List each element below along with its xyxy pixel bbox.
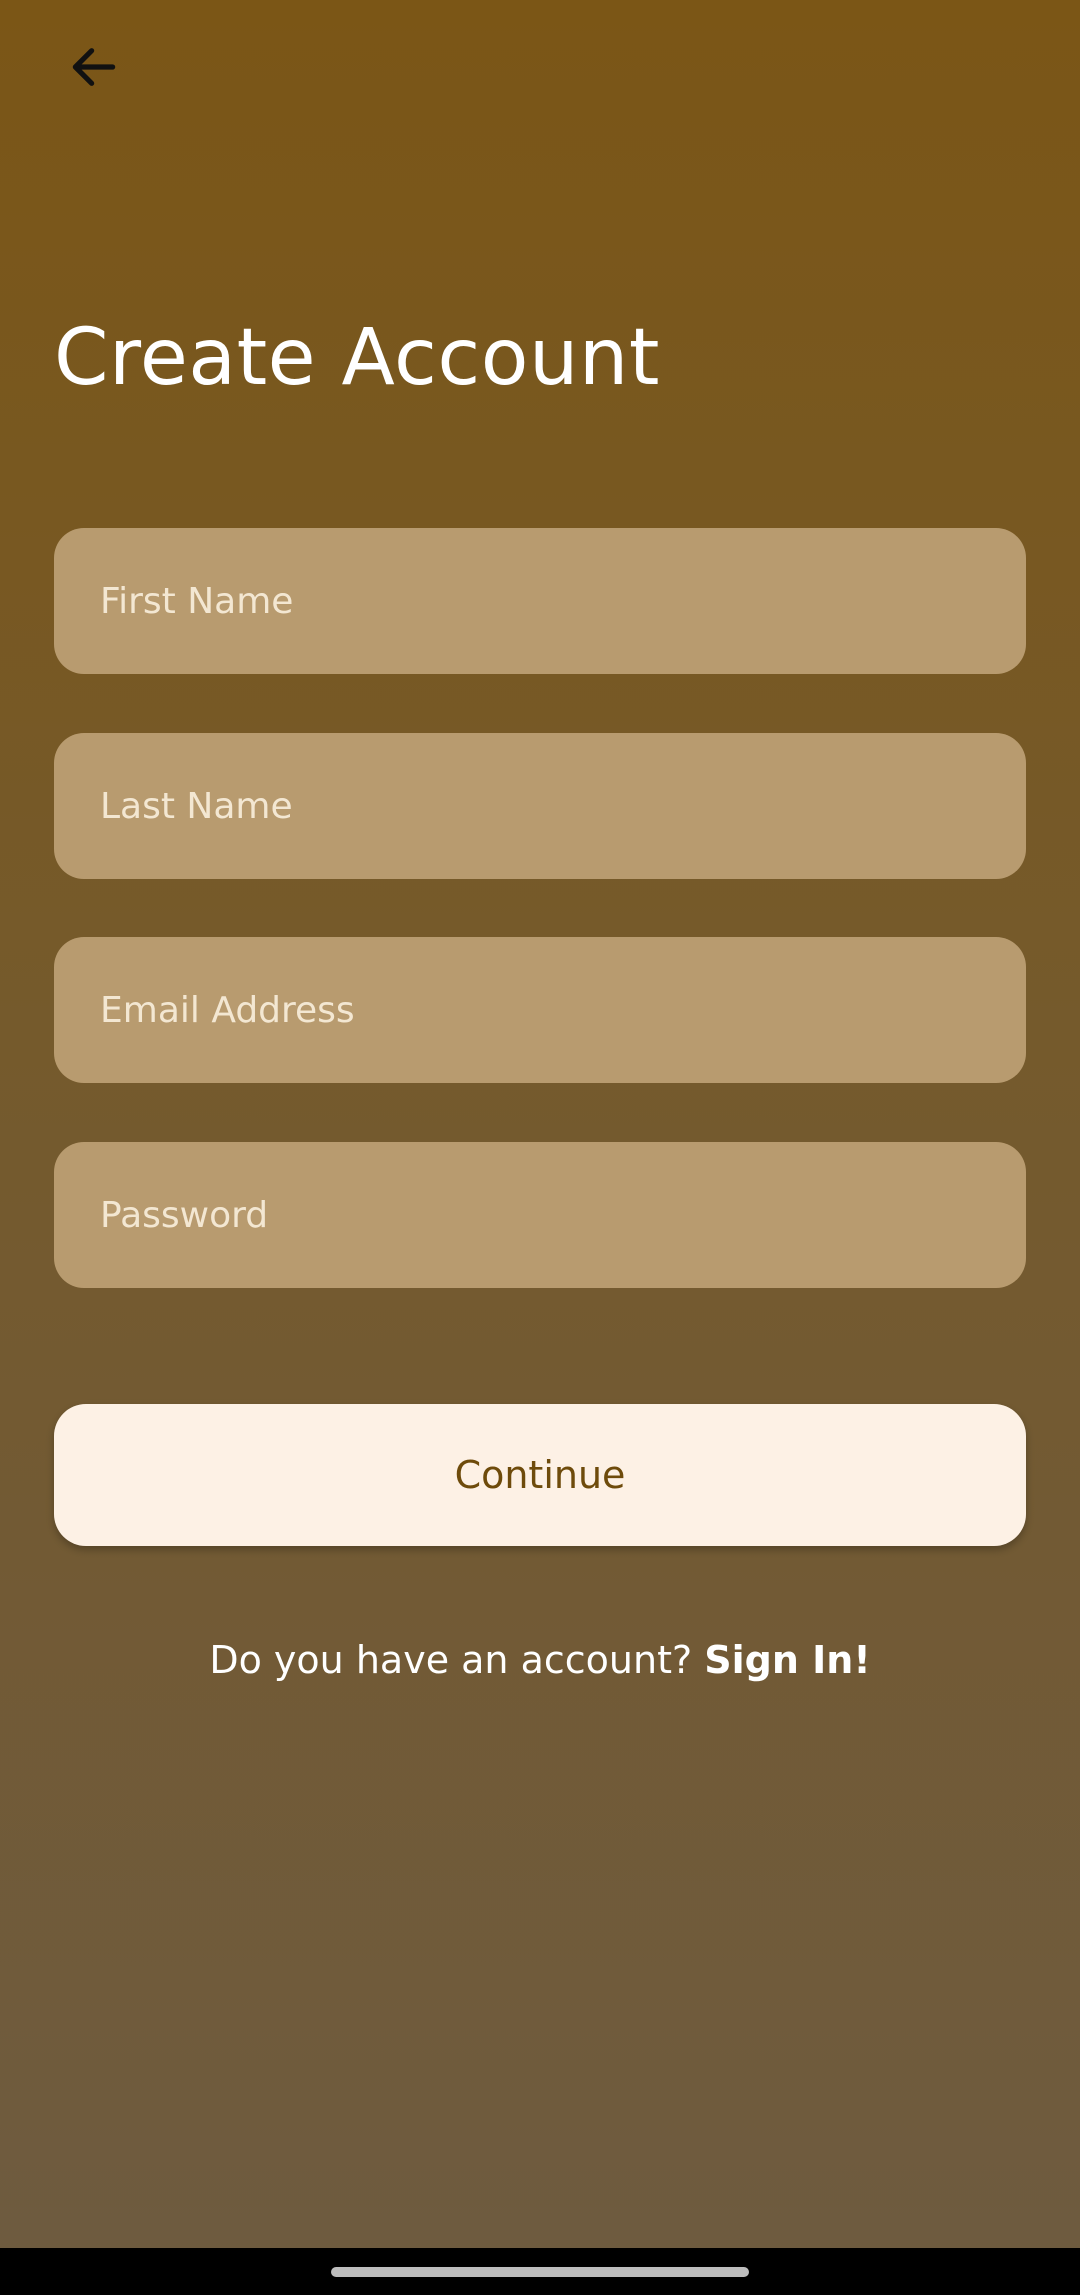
back-button[interactable]: [54, 32, 134, 102]
continue-button[interactable]: Continue: [54, 1404, 1026, 1546]
signin-link[interactable]: Sign In!: [704, 1638, 870, 1682]
signin-prompt: Do you have an account? Sign In!: [0, 1638, 1080, 1682]
page-title: Create Account: [54, 313, 660, 403]
last-name-field[interactable]: [54, 733, 1026, 879]
arrow-left-icon: [72, 48, 116, 86]
home-indicator[interactable]: [331, 2267, 749, 2277]
system-navigation-bar: [0, 2248, 1080, 2295]
signin-prompt-text: Do you have an account?: [209, 1638, 693, 1682]
create-account-screen: Create Account Continue Do you have an a…: [0, 0, 1080, 2248]
email-field[interactable]: [54, 937, 1026, 1083]
password-field[interactable]: [54, 1142, 1026, 1288]
first-name-field[interactable]: [54, 528, 1026, 674]
